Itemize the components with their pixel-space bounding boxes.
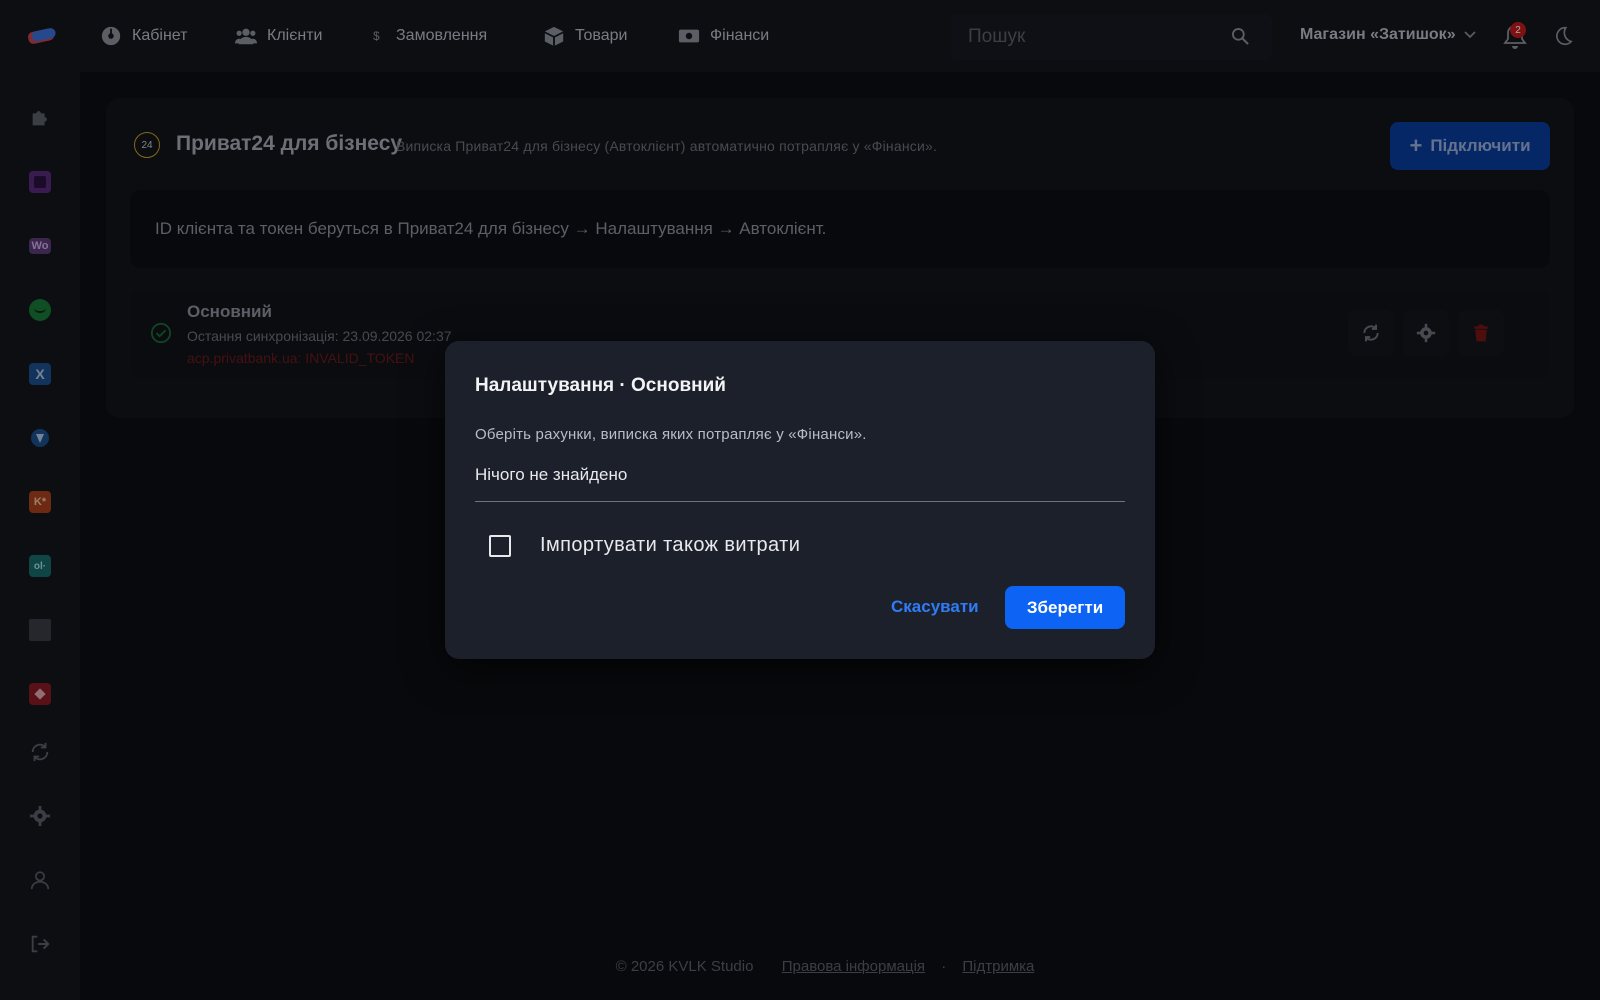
settings-dialog: Налаштування · Основний Оберіть рахунки,… bbox=[445, 341, 1155, 659]
divider bbox=[475, 501, 1125, 502]
cancel-button[interactable]: Скасувати bbox=[875, 586, 995, 628]
dialog-title: Налаштування · Основний bbox=[475, 375, 726, 396]
save-button[interactable]: Зберегти bbox=[1005, 586, 1125, 629]
import-expenses-label[interactable]: Імпортувати також витрати bbox=[540, 534, 800, 557]
empty-state-text: Нічого не знайдено bbox=[475, 465, 628, 484]
import-expenses-checkbox[interactable] bbox=[489, 535, 511, 557]
dialog-description: Оберіть рахунки, виписка яких потрапляє … bbox=[475, 426, 867, 443]
